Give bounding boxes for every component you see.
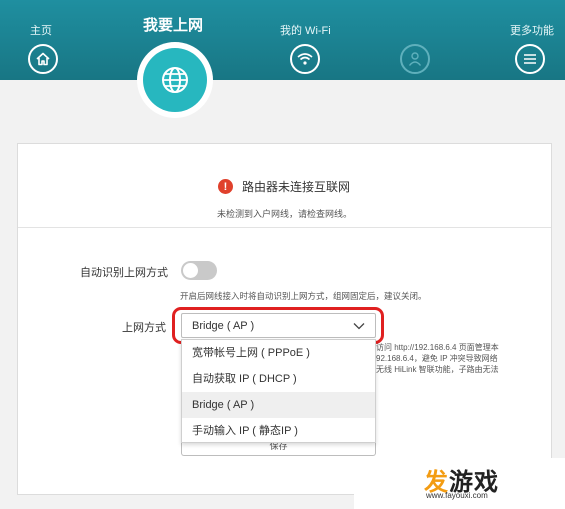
status-row: ! 路由器未连接互联网 bbox=[218, 178, 350, 195]
note-line: 访问 http://192.168.6.4 页面管理本 bbox=[376, 343, 499, 352]
watermark-url: www.fayouxi.com bbox=[426, 491, 488, 500]
option-bridge[interactable]: Bridge ( AP ) bbox=[182, 392, 375, 418]
status-title: 路由器未连接互联网 bbox=[242, 180, 351, 194]
internet-settings-card: ! 路由器未连接互联网 未检测到入户网线，请检查网线。 自动识别上网方式 开启后… bbox=[17, 143, 552, 495]
nav-home[interactable]: 主页 bbox=[18, 0, 78, 80]
note-line: 无线 HiLink 智联功能，子路由无法 bbox=[376, 365, 499, 374]
connection-status-panel: ! 路由器未连接互联网 未检测到入户网线，请检查网线。 bbox=[18, 144, 551, 228]
option-static-ip[interactable]: 手动输入 IP ( 静态IP ) bbox=[182, 418, 375, 444]
method-dropdown-list: 宽带帐号上网 ( PPPoE ) 自动获取 IP ( DHCP ) Bridge… bbox=[181, 339, 376, 443]
nav-more-label: 更多功能 bbox=[510, 25, 554, 37]
top-nav-bar: 主页 我的 Wi-Fi 更多功能 我要上网 bbox=[0, 0, 565, 80]
nav-internet[interactable] bbox=[137, 42, 213, 118]
wifi-icon[interactable] bbox=[290, 44, 320, 74]
nav-more[interactable]: 更多功能 bbox=[500, 0, 562, 80]
auto-detect-hint: 开启后网线接入时将自动识别上网方式，组网固定后，建议关闭。 bbox=[180, 291, 427, 301]
nav-wifi-label: 我的 Wi-Fi bbox=[280, 25, 331, 37]
method-label: 上网方式 bbox=[122, 322, 166, 334]
nav-wifi[interactable]: 我的 Wi-Fi bbox=[270, 0, 350, 80]
user-icon[interactable] bbox=[400, 44, 430, 74]
auto-detect-toggle[interactable] bbox=[181, 261, 217, 280]
nav-account[interactable] bbox=[400, 0, 440, 80]
home-icon[interactable] bbox=[28, 44, 58, 74]
nav-internet-label[interactable]: 我要上网 bbox=[143, 14, 203, 35]
globe-icon[interactable] bbox=[143, 48, 207, 112]
status-subtitle: 未检测到入户网线，请检查网线。 bbox=[216, 209, 352, 219]
nav-home-label: 主页 bbox=[30, 25, 52, 37]
site-watermark: 发游戏 www.fayouxi.com bbox=[354, 458, 565, 509]
warning-icon: ! bbox=[218, 179, 233, 194]
menu-icon[interactable] bbox=[515, 44, 545, 74]
option-pppoe[interactable]: 宽带帐号上网 ( PPPoE ) bbox=[182, 340, 375, 366]
option-dhcp[interactable]: 自动获取 IP ( DHCP ) bbox=[182, 366, 375, 392]
note-line: 92.168.6.4，避免 IP 冲突导致网络 bbox=[376, 354, 498, 363]
bridge-mode-note: 访问 http://192.168.6.4 页面管理本 92.168.6.4，避… bbox=[376, 342, 499, 375]
save-button[interactable]: 保存 bbox=[181, 442, 376, 456]
toggle-knob bbox=[183, 263, 198, 278]
auto-detect-label: 自动识别上网方式 bbox=[80, 267, 168, 279]
